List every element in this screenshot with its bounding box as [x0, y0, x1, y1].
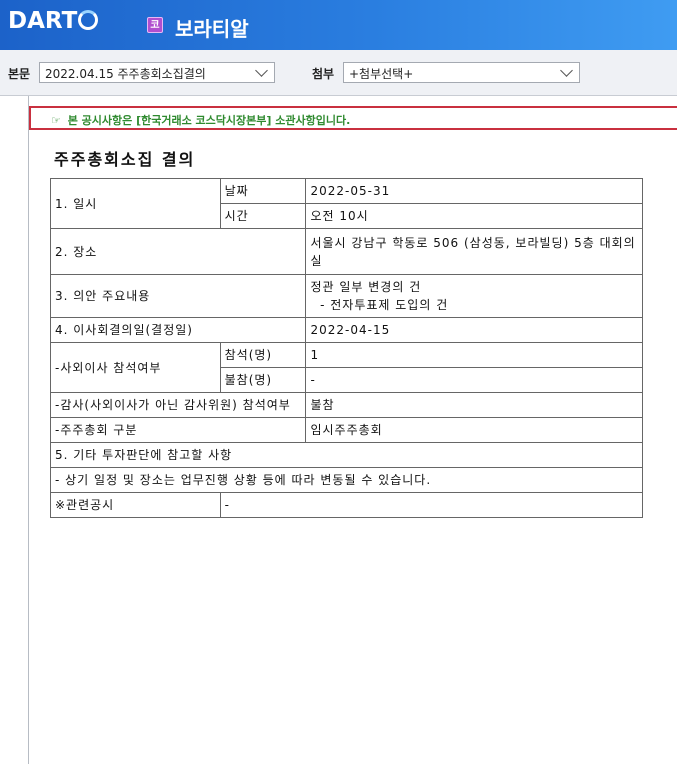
- absent-sub-label: 불참(명): [219, 367, 307, 393]
- other-text: - 상기 일정 및 장소는 업무진행 상황 등에 따라 변동될 수 있습니다.: [50, 467, 643, 493]
- table-row: 5. 기타 투자판단에 참고할 사항: [50, 442, 643, 468]
- table-row: -사외이사 참석여부 참석(명) 1: [50, 342, 643, 393]
- auditor-label: -감사(사외이사가 아닌 감사위원) 참석여부: [49, 392, 307, 418]
- attachment-select-value: +첨부선택+: [349, 67, 414, 81]
- date-sub-label: 날짜: [219, 178, 307, 204]
- pointing-hand-icon: ☞: [51, 114, 61, 127]
- main-doc-label: 본문: [8, 67, 31, 81]
- time-sub-label: 시간: [219, 203, 307, 229]
- main-doc-select[interactable]: 2022.04.15 주주총회소집결의: [39, 62, 275, 83]
- company-name[interactable]: 보라티알: [175, 13, 249, 42]
- auditor-value: 불참: [305, 392, 643, 418]
- dart-logo[interactable]: DART: [8, 8, 99, 34]
- board-date-value: 2022-04-15: [305, 317, 643, 343]
- meeting-type-value: 임시주주총회: [305, 417, 643, 443]
- chevron-down-icon: [255, 64, 268, 77]
- table-row: ※관련공시 -: [50, 492, 644, 518]
- attend-sub-label: 참석(명): [219, 342, 307, 368]
- time-value: 오전 10시: [305, 203, 643, 229]
- table-row: 3. 의안 주요내용 정관 일부 변경의 건 - 전자투표제 도입의 건: [49, 274, 643, 318]
- table-row: -감사(사외이사가 아닌 감사위원) 참석여부 불참: [49, 392, 643, 418]
- place-label: 2. 장소: [49, 228, 307, 275]
- logo-ring-icon: [78, 10, 99, 30]
- date-value: 2022-05-31: [305, 178, 643, 204]
- agenda-line-2: - 전자투표제 도입의 건: [310, 298, 449, 312]
- notice-banner: ☞ 본 공시사항은 [한국거래소 코스닥시장본부] 소관사항입니다.: [29, 106, 677, 130]
- attachment-select[interactable]: +첨부선택+: [343, 62, 580, 83]
- document-title: 주주총회소집 결의: [54, 150, 196, 169]
- corp-market-badge: 코: [147, 17, 163, 33]
- outside-director-label: -사외이사 참석여부: [50, 342, 221, 393]
- agenda-value: 정관 일부 변경의 건 - 전자투표제 도입의 건: [305, 274, 643, 318]
- attend-value: 1: [305, 342, 643, 368]
- agenda-label: 3. 의안 주요내용: [49, 274, 307, 318]
- chevron-down-icon: [560, 64, 573, 77]
- meeting-type-label: -주주총회 구분: [49, 417, 307, 443]
- logo-text: DART: [8, 8, 78, 34]
- app-header: DART 코 보라티알: [0, 0, 677, 50]
- notice-text: 본 공시사항은 [한국거래소 코스닥시장본부] 소관사항입니다.: [67, 114, 351, 127]
- agenda-line-1: 정관 일부 변경의 건: [310, 280, 422, 294]
- related-value: -: [219, 492, 644, 518]
- table-row: 1. 일시 날짜 2022-05-31: [50, 178, 643, 229]
- board-date-label: 4. 이사회결의일(결정일): [49, 317, 307, 343]
- document-frame: ☞ 본 공시사항은 [한국거래소 코스닥시장본부] 소관사항입니다. 주주총회소…: [28, 96, 677, 764]
- absent-value: -: [305, 367, 643, 393]
- table-row: 2. 장소 서울시 강남구 학동로 506 (삼성동, 보라빌딩) 5층 대회의…: [49, 228, 643, 275]
- other-label: 5. 기타 투자판단에 참고할 사항: [50, 442, 643, 468]
- place-value: 서울시 강남구 학동로 506 (삼성동, 보라빌딩) 5층 대회의실: [305, 228, 643, 275]
- disclosure-table: 1. 일시 날짜 2022-05-31 시간 오전 10시 2. 장소 서울시 …: [49, 178, 644, 518]
- table-row: -주주총회 구분 임시주주총회: [49, 417, 643, 443]
- date-label: 1. 일시: [50, 178, 221, 229]
- main-doc-select-value: 2022.04.15 주주총회소집결의: [45, 67, 206, 81]
- related-label: ※관련공시: [50, 492, 221, 518]
- toolbar: 본문 2022.04.15 주주총회소집결의 첨부 +첨부선택+: [0, 50, 677, 96]
- table-row: 4. 이사회결의일(결정일) 2022-04-15: [49, 317, 643, 343]
- table-row: - 상기 일정 및 장소는 업무진행 상황 등에 따라 변동될 수 있습니다.: [50, 467, 643, 493]
- attachment-label: 첨부: [312, 67, 335, 81]
